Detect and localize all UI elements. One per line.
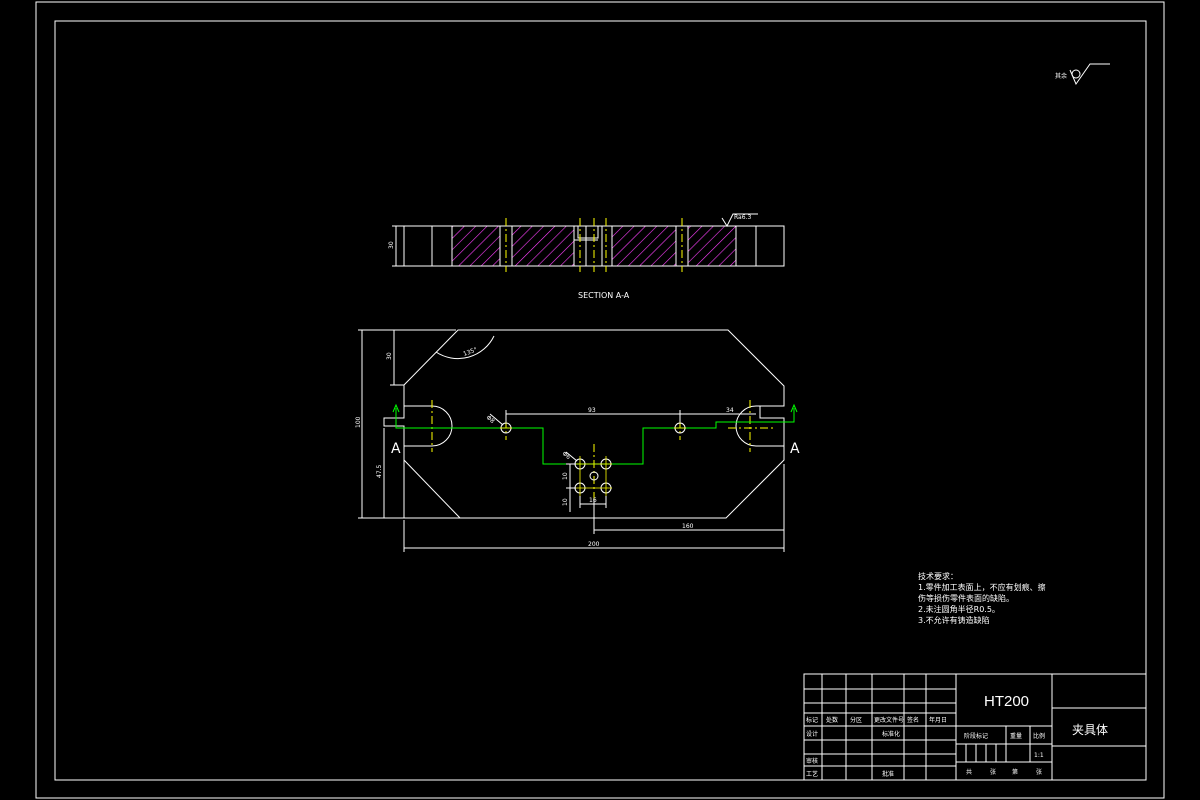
tb-approve: 批准	[882, 770, 894, 778]
tb-weight: 重量	[1010, 732, 1022, 740]
dim-lower-height: 47.5	[376, 464, 383, 478]
cut-mark-left: A	[391, 441, 401, 457]
section-roughness: Ra6.3	[734, 214, 751, 221]
tb-scale-value: 1:1	[1034, 752, 1044, 759]
part-name: 夹具体	[1072, 723, 1108, 737]
callout-hole-left: Φ8	[485, 414, 496, 425]
dim-right-gap: 34	[726, 407, 734, 414]
dim-overall-height: 100	[355, 416, 362, 428]
tb-stage-mark: 阶段标记	[964, 732, 988, 740]
tech-line-4: 3.不允许有铸造缺陷	[918, 615, 990, 625]
outer-border	[35, 1, 1165, 799]
section-view: 30 Ra6.3	[388, 213, 785, 272]
section-hatch-3	[611, 225, 677, 267]
tech-line-3: 2.未注圆角半径R0.5。	[918, 604, 1000, 614]
dim-small-a: 10	[562, 472, 569, 480]
tb-sheet-no: 第	[1012, 768, 1018, 776]
tb-standardize: 标准化	[882, 730, 900, 738]
tb-date: 年月日	[929, 716, 947, 724]
tb-signature: 签名	[907, 716, 919, 724]
tb-sheet-word2: 张	[1036, 768, 1042, 776]
dim-corner-height: 30	[386, 352, 393, 360]
dim-small-c: 16	[589, 497, 597, 504]
material-label: HT200	[984, 693, 1029, 710]
tb-review: 审核	[806, 757, 818, 765]
cad-drawing: 其余 30 Ra6.3 SECTION A-A A A 200 160 100 …	[35, 1, 1165, 799]
section-height-dim: 30	[388, 241, 395, 249]
tb-change-doc: 更改文件号	[874, 716, 904, 724]
section-hatch-2	[511, 225, 575, 267]
section-cut-line	[395, 408, 795, 465]
surface-finish-note: 其余	[1055, 72, 1067, 80]
section-hatch-4	[687, 225, 737, 267]
plan-view: A A 200 160 100 47.5 30 135° 93 34 10 10…	[355, 329, 800, 552]
dim-hole-spacing: 93	[588, 407, 596, 414]
dim-right-part: 160	[682, 523, 694, 530]
section-label: SECTION A-A	[578, 291, 630, 300]
tb-sheets-word: 张	[990, 768, 996, 776]
title-block-text: HT200 夹具体 标记 处数 分区 更改文件号 签名 年月日 设计 标准化 审…	[806, 693, 1108, 778]
part-outline	[383, 329, 785, 519]
section-hatch-1	[451, 225, 501, 267]
inner-border	[54, 20, 1147, 781]
dim-small-b: 10	[562, 498, 569, 506]
tb-mark: 标记	[806, 716, 818, 724]
tech-line-1: 1.零件加工表面上，不应有划痕、擦	[918, 582, 1046, 592]
cut-mark-right: A	[790, 441, 800, 457]
tb-design: 设计	[806, 730, 818, 738]
callout-hole-pattern: Φ6	[561, 450, 572, 461]
tb-count: 处数	[826, 716, 838, 724]
tech-line-2: 伤等损伤零件表面的缺陷。	[918, 593, 1014, 603]
tb-scale: 比例	[1033, 732, 1045, 740]
tb-process: 工艺	[806, 770, 818, 778]
technical-requirements: 技术要求： 1.零件加工表面上，不应有划痕、擦 伤等损伤零件表面的缺陷。 2.未…	[918, 571, 1046, 625]
dim-overall-width: 200	[588, 541, 600, 548]
tb-zone: 分区	[850, 716, 862, 724]
tech-heading: 技术要求：	[918, 571, 958, 581]
tb-sheets-total: 共	[966, 768, 972, 776]
surface-finish-symbol: 其余	[1055, 63, 1110, 86]
